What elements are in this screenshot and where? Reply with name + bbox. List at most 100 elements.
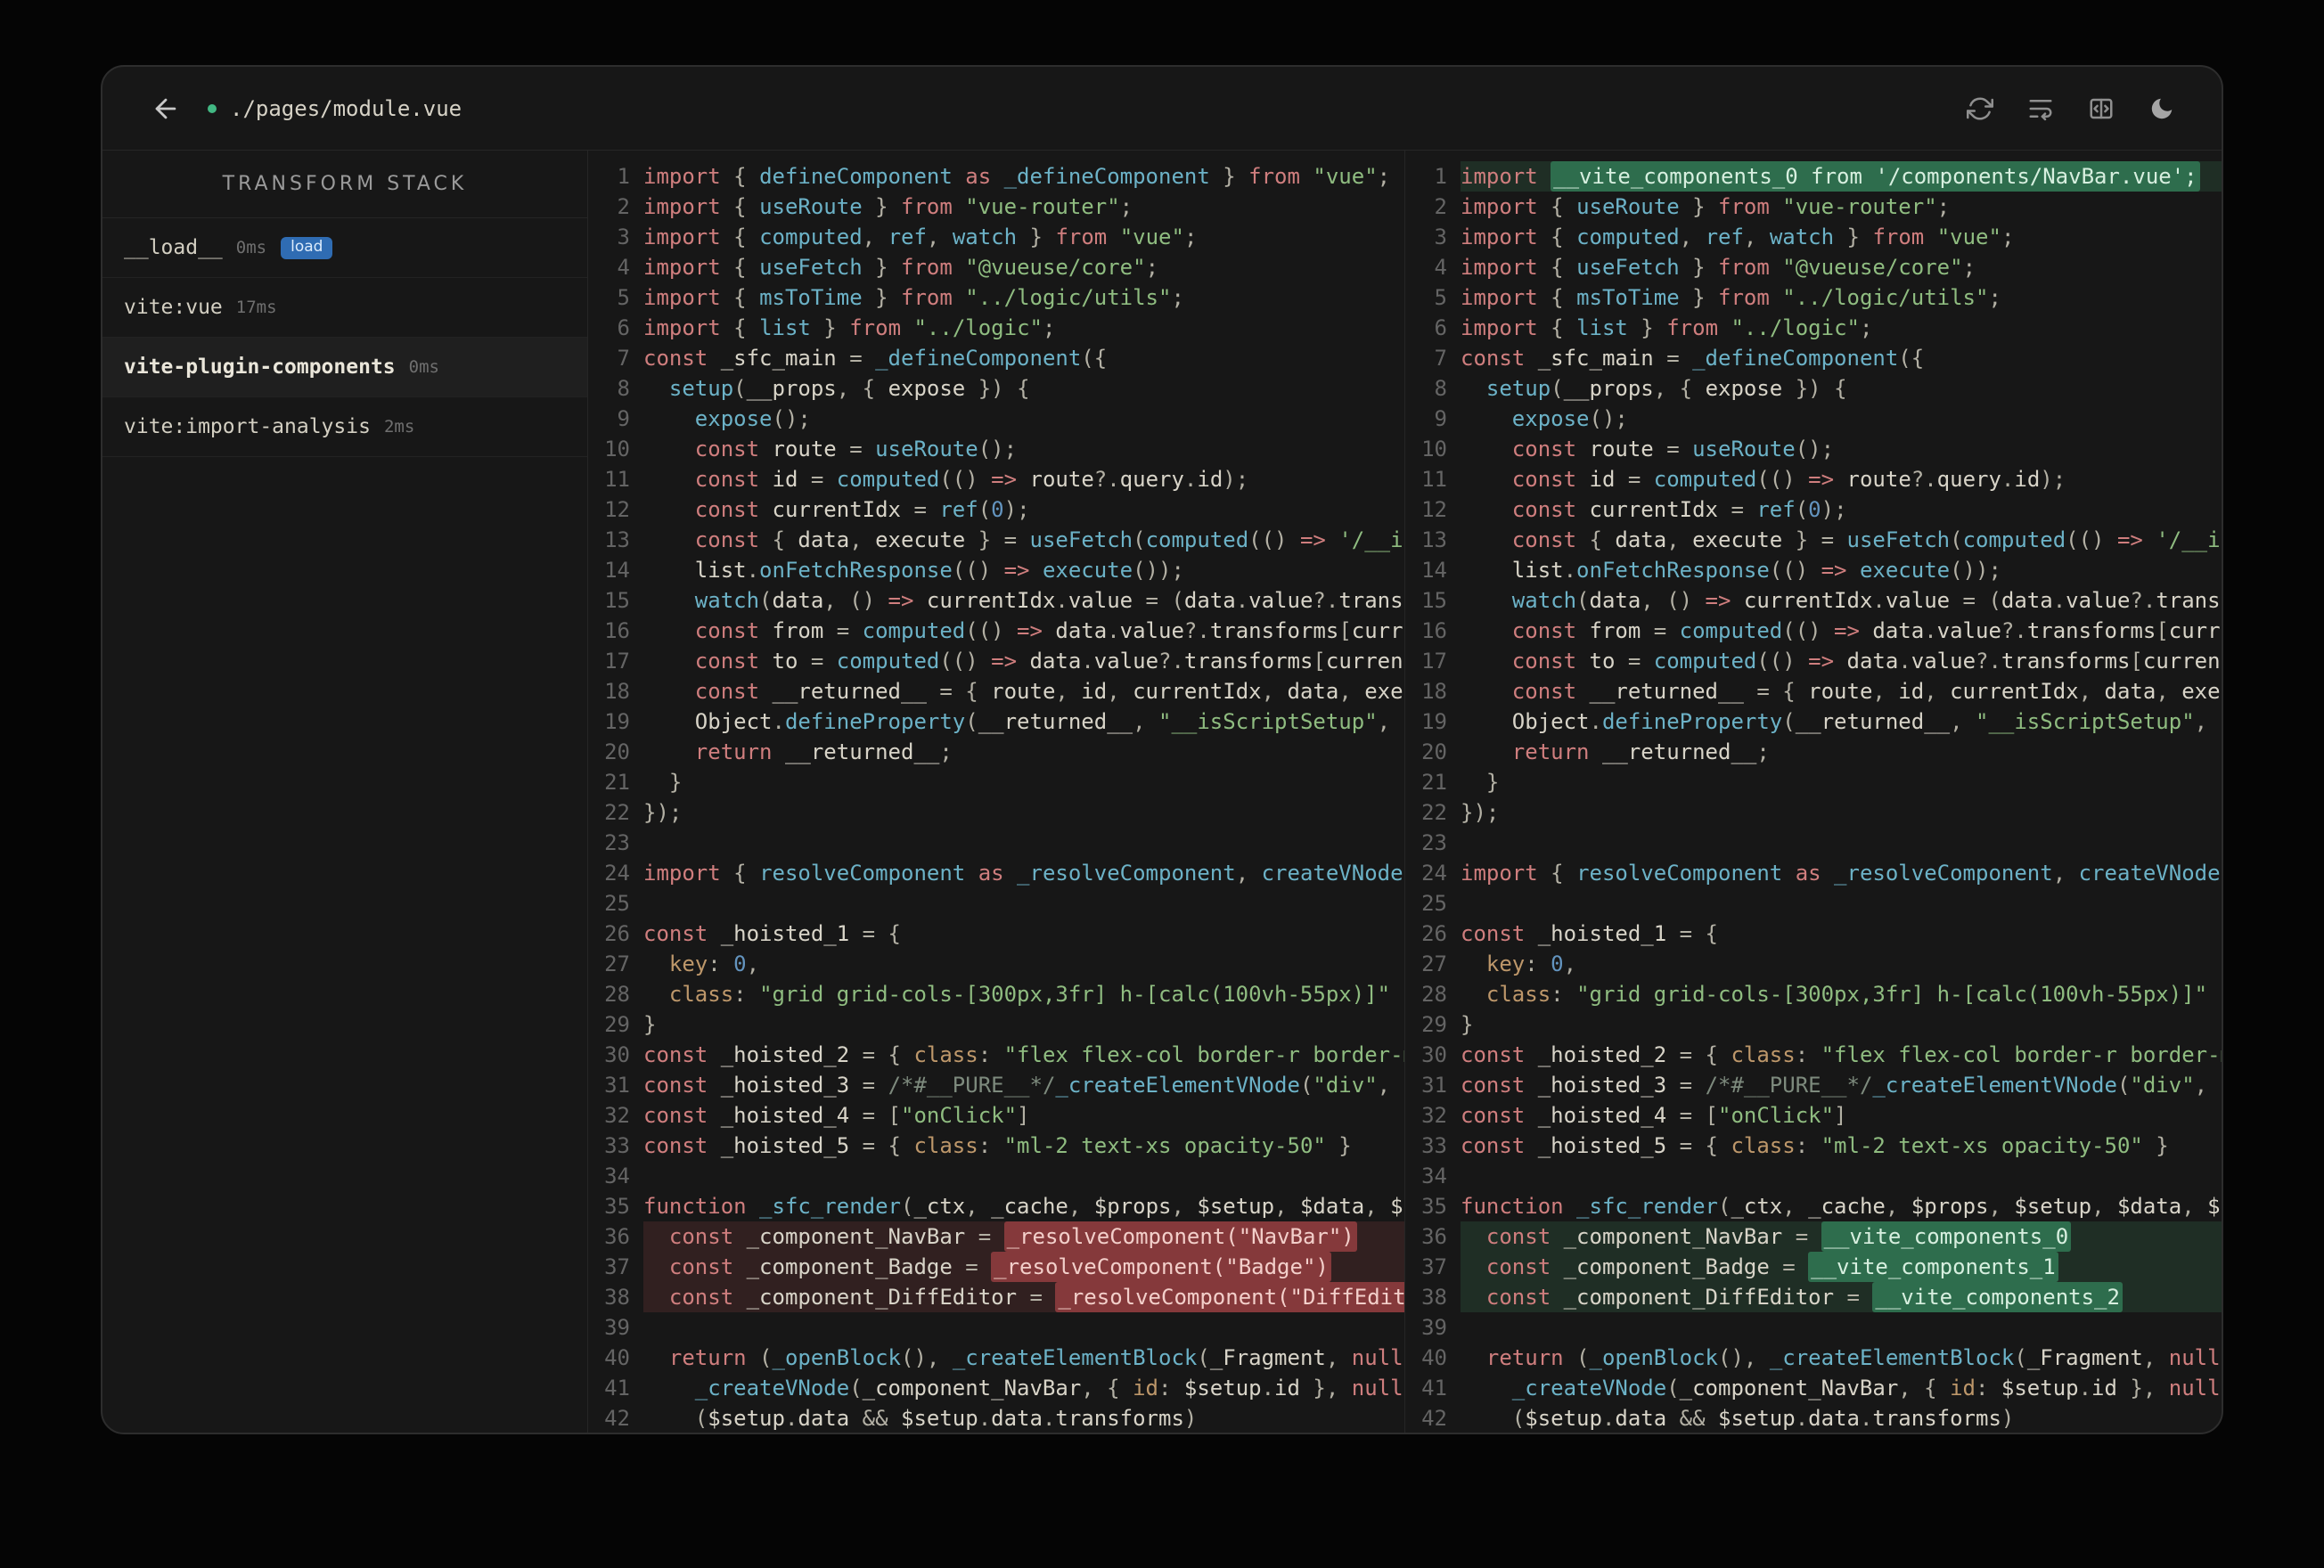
code-line: 13 const { data, execute } = useFetch(co… [1405,525,2222,555]
code-content: }); [1461,800,1500,825]
code-content: import { resolveComponent as _resolveCom… [1461,861,2221,886]
code-content: const _hoisted_4 = ["onClick"] [643,1103,1030,1128]
line-number: 41 [1421,1376,1447,1401]
line-number: 8 [617,376,630,401]
line-number: 3 [1434,225,1447,249]
transform-stack-item-vite-plugin-components[interactable]: vite-plugin-components 0ms [102,338,587,397]
topbar: ./pages/module.vue [102,67,2222,151]
code-line: 39 [588,1312,1404,1343]
line-number: 20 [1421,739,1447,764]
line-number: 41 [604,1376,630,1401]
code-line: 10 const route = useRoute(); [588,434,1404,464]
code-content: const __returned__ = { route, id, curren… [1511,679,2222,704]
code-content: const from = computed(() => data.value?.… [1511,618,2222,643]
line-number: 5 [1434,285,1447,310]
code-content: const from = computed(() => data.value?.… [694,618,1404,643]
refresh-icon[interactable] [1967,95,1993,122]
code-content: } [643,770,683,795]
line-number: 22 [604,800,630,825]
code-line: 14 list.onFetchResponse(() => execute())… [588,555,1404,585]
line-number: 1 [1434,164,1447,189]
code-line: 30 const _hoisted_2 = { class: "flex flex… [1405,1040,2222,1070]
code-content: key: 0, [1485,951,1577,976]
line-number: 33 [604,1133,630,1158]
code-line: 37 const _component_Badge = __vite_compo… [1405,1252,2222,1282]
code-line: 11 const id = computed(() => route?.quer… [1405,464,2222,494]
code-line: 21 } [1405,767,2222,797]
line-number: 9 [1434,406,1447,431]
line-number: 11 [1421,467,1447,492]
line-number: 27 [604,951,630,976]
code-line: 18 const __returned__ = { route, id, cur… [588,676,1404,706]
text-wrap-icon[interactable] [2027,95,2054,122]
line-number: 3 [617,225,630,249]
line-number: 1 [617,164,630,189]
code-content: import { useFetch } from "@vueuse/core"; [643,255,1159,280]
line-number: 33 [1421,1133,1447,1158]
line-number: 18 [604,679,630,704]
line-number: 26 [604,921,630,946]
code-line: 33 const _hoisted_5 = { class: "ml-2 text… [588,1131,1404,1161]
line-number: 29 [604,1012,630,1037]
code-content: const id = computed(() => route?.query.i… [694,467,1249,492]
line-number: 31 [604,1073,630,1098]
code-content: } [643,1012,657,1037]
code-line: 4 import { useFetch } from "@vueuse/core"… [588,252,1404,282]
code-line: 28 class: "grid grid-cols-[300px,3fr] h-… [1405,979,2222,1009]
line-number: 21 [1421,770,1447,795]
code-content: watch(data, () => currentIdx.value = (da… [1511,588,2222,613]
code-line: 29} [1405,1009,2222,1040]
code-content: const _sfc_main = _defineComponent({ [643,346,1108,371]
back-button[interactable] [151,94,181,124]
code-line: 36 const _component_NavBar = _resolveCom… [588,1221,1404,1252]
code-line: 26 const _hoisted_1 = { [1405,919,2222,949]
code-content: import { useFetch } from "@vueuse/core"; [1461,255,1976,280]
code-content: import { list } from "../logic"; [1461,315,1873,340]
code-line: 16 const from = computed(() => data.valu… [588,616,1404,646]
code-line: 7 const _sfc_main = _defineComponent({ [1405,343,2222,373]
plugin-name: vite-plugin-components [124,355,396,379]
code-line: 14 list.onFetchResponse(() => execute())… [1405,555,2222,585]
plugin-time: 17ms [235,298,277,317]
code-line: 1 import __vite_components_0 from '/compo… [1405,161,2222,192]
transform-stack-item--load-[interactable]: __load__ 0ms load [102,218,587,278]
code-line: 25 [1405,888,2222,919]
line-number: 14 [1421,558,1447,583]
code-line: 34 [1405,1161,2222,1191]
code-content: const _hoisted_3 = /*#__PURE__*/_createE… [1461,1073,2221,1098]
line-number: 34 [604,1164,630,1188]
code-line: 29} [588,1009,1404,1040]
code-content: const _hoisted_1 = { [643,921,901,946]
line-number: 19 [604,709,630,734]
code-line: 37 const _component_Badge = _resolveComp… [588,1252,1404,1282]
code-line: 27 key: 0, [1405,949,2222,979]
code-line: 23 [1405,828,2222,858]
split-diff-icon[interactable] [2088,95,2115,122]
code-line: 23 [588,828,1404,858]
line-number: 10 [604,437,630,461]
line-number: 22 [1421,800,1447,825]
module-status-dot [208,103,217,113]
code-content [643,1312,1404,1343]
line-number: 7 [617,346,630,371]
line-number: 36 [1421,1224,1447,1249]
line-number: 16 [1421,618,1447,643]
code-line: 18 const __returned__ = { route, id, cur… [1405,676,2222,706]
line-number: 2 [617,194,630,219]
code-content [1461,1161,2222,1191]
code-content: return (_openBlock(), _createElementBloc… [1485,1345,2222,1370]
code-content: setup(__props, { expose }) { [1485,376,1847,401]
code-line: 32 const _hoisted_4 = ["onClick"] [1405,1100,2222,1131]
code-line: 9 expose(); [1405,404,2222,434]
code-content: const route = useRoute(); [694,437,1018,461]
code-content: const { data, execute } = useFetch(compu… [694,527,1404,552]
plugin-time: 0ms [408,357,439,377]
dark-mode-moon-icon[interactable] [2148,95,2175,122]
line-number: 12 [1421,497,1447,522]
code-content: function _sfc_render(_ctx, _cache, $prop… [643,1194,1404,1219]
transform-stack-item-vite-import-analysis[interactable]: vite:import-analysis 2ms [102,397,587,457]
transform-stack-item-vite-vue[interactable]: vite:vue 17ms [102,278,587,338]
line-number: 8 [1434,376,1447,401]
code-content: }); [643,800,683,825]
line-number: 39 [604,1315,630,1340]
